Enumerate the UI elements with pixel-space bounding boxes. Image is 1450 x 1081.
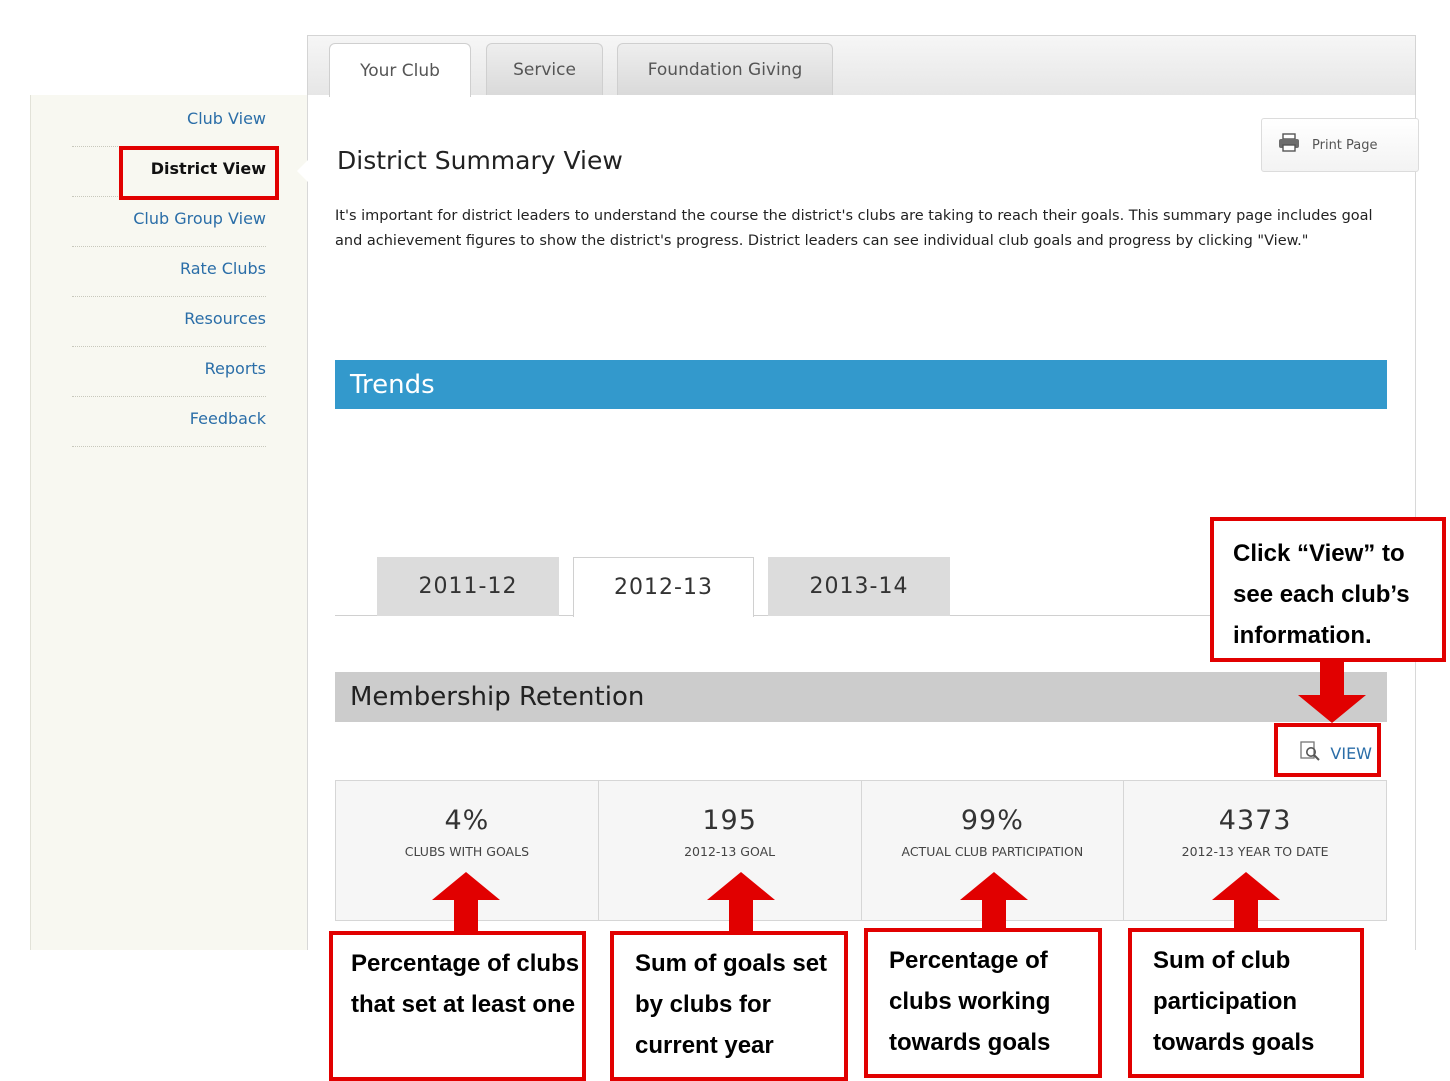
tab-service[interactable]: Service xyxy=(486,43,603,96)
tab-your-club[interactable]: Your Club xyxy=(329,43,471,97)
sidebar-item-reports[interactable]: Reports xyxy=(72,347,266,397)
callout-participation-percentage: Percentage of clubs working towards goal… xyxy=(864,928,1102,1078)
arrow-shaft xyxy=(1320,662,1344,699)
stat-value: 99% xyxy=(960,805,1024,836)
arrow-up-icon xyxy=(960,872,1028,900)
print-page-button[interactable]: Print Page xyxy=(1261,118,1419,172)
printer-icon xyxy=(1278,133,1300,157)
year-tab-2012-13[interactable]: 2012-13 xyxy=(573,557,754,617)
sidebar-item-resources[interactable]: Resources xyxy=(72,297,266,347)
arrow-up-icon xyxy=(707,872,775,900)
stat-label: CLUBS WITH GOALS xyxy=(404,844,530,859)
arrow-down-icon xyxy=(1298,695,1366,723)
sidebar-item-club-view[interactable]: Club View xyxy=(72,97,266,147)
sidebar-item-feedback[interactable]: Feedback xyxy=(72,397,266,447)
stat-value: 195 xyxy=(702,805,757,836)
arrow-shaft xyxy=(729,899,753,935)
sidebar-item-club-group-view[interactable]: Club Group View xyxy=(72,197,266,247)
year-tab-2013-14[interactable]: 2013-14 xyxy=(768,557,950,616)
top-tab-bar xyxy=(307,35,1416,96)
arrow-up-icon xyxy=(1212,872,1280,900)
stat-value: 4% xyxy=(444,805,490,836)
callout-clubs-with-goals: Percentage of clubs that set at least on… xyxy=(329,931,586,1081)
intro-paragraph: It's important for district leaders to u… xyxy=(335,208,1373,249)
arrow-up-icon xyxy=(432,872,500,900)
highlight-district-view xyxy=(119,146,279,200)
sidebar-pointer xyxy=(297,160,308,182)
year-tab-2011-12[interactable]: 2011-12 xyxy=(377,557,559,616)
callout-goal-sum: Sum of goals set by clubs for current ye… xyxy=(610,931,848,1081)
tab-foundation-giving[interactable]: Foundation Giving xyxy=(617,43,833,96)
callout-participation-sum: Sum of club participation towards goals xyxy=(1128,928,1364,1078)
trends-heading: Trends xyxy=(335,360,1387,409)
callout-view-info: Click “View” to see each club’s informat… xyxy=(1210,517,1446,662)
arrow-shaft xyxy=(454,899,478,935)
stat-label: 2012-13 YEAR TO DATE xyxy=(1181,844,1329,859)
stat-label: 2012-13 GOAL xyxy=(684,844,776,859)
page-title: District Summary View xyxy=(337,146,623,175)
sidebar-item-rate-clubs[interactable]: Rate Clubs xyxy=(72,247,266,297)
print-page-label: Print Page xyxy=(1312,137,1378,153)
stat-label: ACTUAL CLUB PARTICIPATION xyxy=(901,844,1084,859)
stat-value: 4373 xyxy=(1218,805,1292,836)
membership-retention-heading: Membership Retention xyxy=(335,672,1387,722)
highlight-view-button xyxy=(1274,723,1381,777)
